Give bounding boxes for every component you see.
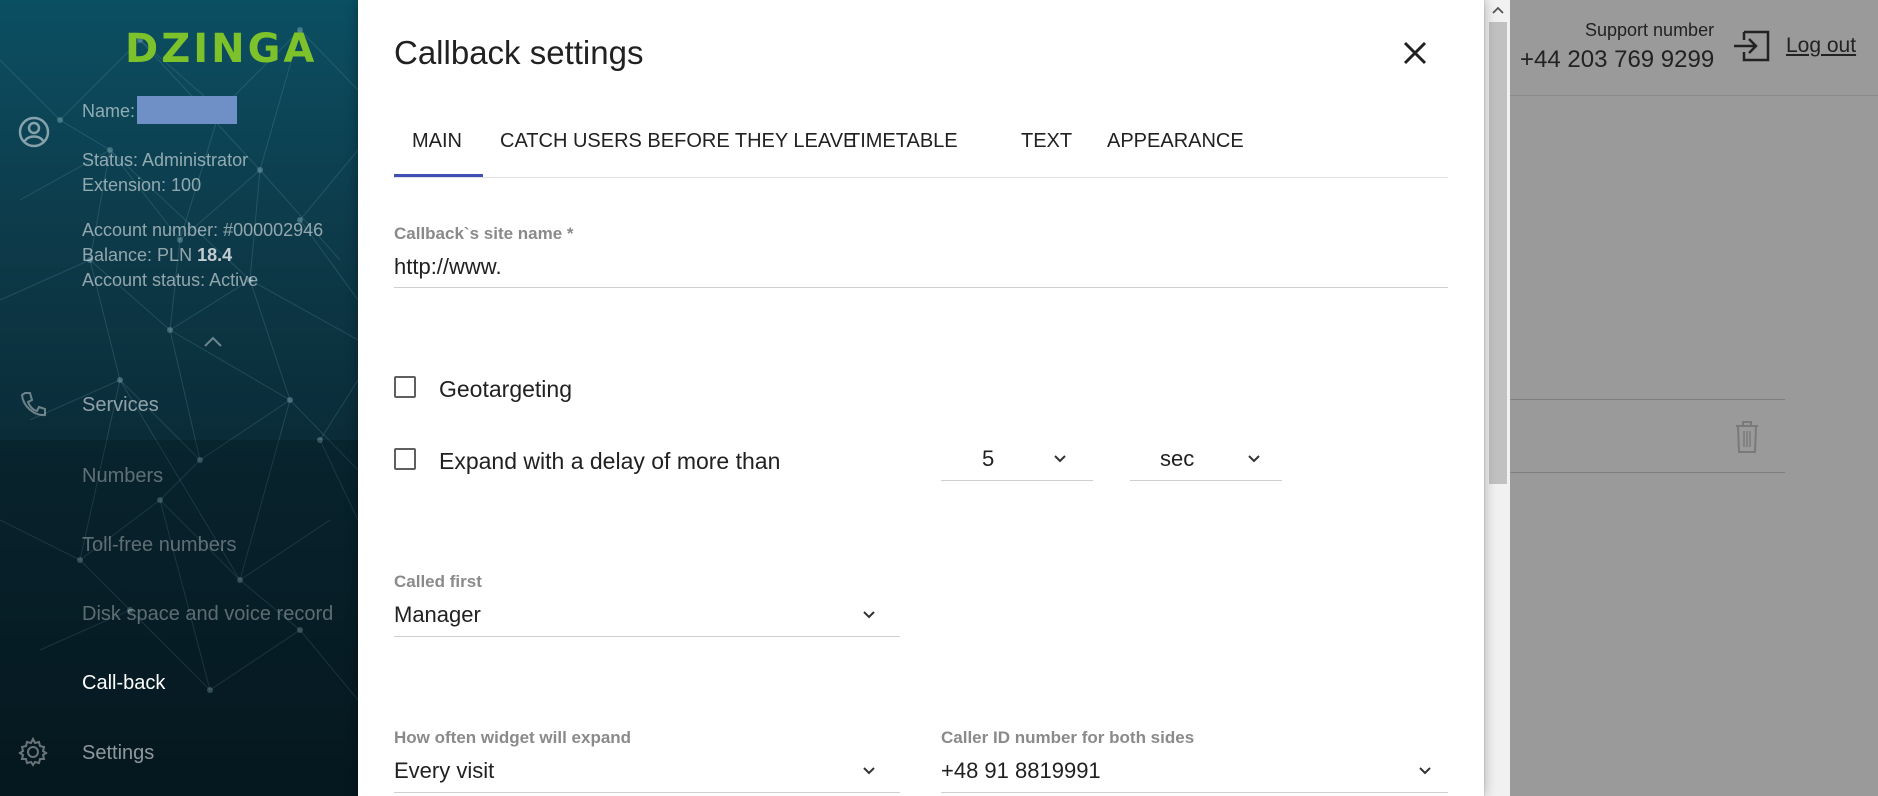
chevron-down-icon — [1054, 455, 1066, 463]
user-icon — [18, 116, 50, 148]
sidebar: DZINGA Name: Status: Administrator Exten… — [0, 0, 358, 796]
tab-catch-users[interactable]: CATCH USERS BEFORE THEY LEAVE — [500, 130, 856, 153]
close-icon[interactable] — [1398, 36, 1432, 70]
scroll-thumb[interactable] — [1489, 22, 1507, 484]
delay-amount-value: 5 — [982, 446, 995, 471]
settings-tabs: MAIN CATCH USERS BEFORE THEY LEAVE TIMET… — [394, 118, 1448, 178]
caller-id-underline — [941, 792, 1448, 793]
chevron-down-icon — [863, 611, 875, 619]
how-often-underline — [394, 792, 900, 793]
chevron-down-icon — [1419, 767, 1431, 775]
tab-main[interactable]: MAIN — [412, 130, 462, 153]
nav-disk-space[interactable]: Disk space and voice record — [82, 603, 333, 626]
callback-settings-dialog: Callback settings MAIN CATCH USERS BEFOR… — [358, 0, 1484, 796]
tab-appearance[interactable]: APPEARANCE — [1107, 130, 1244, 153]
expand-delay-checkbox[interactable] — [394, 448, 416, 470]
how-often-value: Every visit — [394, 758, 495, 783]
scroll-up-arrow-icon[interactable] — [1492, 6, 1504, 14]
delay-unit-value: sec — [1160, 446, 1195, 471]
expand-delay-label: Expand with a delay of more than — [439, 448, 781, 474]
user-name: Name: — [82, 96, 238, 126]
delay-unit-underline — [1130, 480, 1282, 481]
dzinga-logo: DZINGA — [125, 26, 318, 72]
caller-id-select[interactable]: +48 91 8819991 — [941, 758, 1448, 793]
dialog-title: Callback settings — [394, 34, 644, 71]
site-name-input[interactable]: http://www. — [394, 254, 502, 280]
account-number: Account number: #000002946 — [82, 220, 324, 240]
chevron-down-icon — [863, 767, 875, 775]
trash-icon[interactable] — [1734, 420, 1760, 454]
user-status: Status: Administrator — [82, 150, 249, 170]
delay-unit-select[interactable]: sec — [1130, 446, 1282, 481]
how-often-label: How often widget will expand — [394, 728, 632, 747]
delay-amount-select[interactable]: 5 — [941, 446, 1093, 481]
site-name-underline — [394, 287, 1448, 288]
geotargeting-label: Geotargeting — [439, 376, 572, 402]
called-first-select[interactable]: Manager — [394, 602, 900, 637]
delay-amount-underline — [941, 480, 1093, 481]
caller-id-label: Caller ID number for both sides — [941, 728, 1195, 747]
gear-icon — [18, 737, 48, 767]
support-number: +44 203 769 9299 — [1520, 46, 1715, 73]
nav-settings[interactable]: Settings — [82, 742, 154, 765]
called-first-label: Called first — [394, 572, 482, 591]
active-tab-indicator — [394, 174, 483, 177]
nav-services[interactable]: Services — [82, 394, 159, 417]
how-often-select[interactable]: Every visit — [394, 758, 900, 793]
called-first-value: Manager — [394, 602, 481, 627]
user-extension: Extension: 100 — [82, 175, 202, 195]
chevron-down-icon — [1248, 455, 1260, 463]
balance-value: 18.4 — [197, 245, 233, 265]
tab-text[interactable]: TEXT — [1021, 130, 1072, 153]
logout-link[interactable]: Log out — [1786, 34, 1856, 58]
nav-numbers[interactable]: Numbers — [82, 465, 163, 488]
dialog-scrollbar[interactable] — [1484, 0, 1510, 796]
nav-toll-free-numbers[interactable]: Toll-free numbers — [82, 534, 237, 557]
account-status: Account status: Active — [82, 270, 259, 290]
nav-call-back[interactable]: Call-back — [82, 672, 165, 695]
support-label: Support number — [1585, 20, 1715, 40]
balance-label: Balance: PLN — [82, 245, 198, 265]
caller-id-value: +48 91 8819991 — [941, 758, 1101, 783]
name-value-highlight — [137, 96, 238, 124]
geotargeting-checkbox[interactable] — [394, 376, 416, 398]
background-divider — [1510, 472, 1785, 473]
collapse-chevron-up-icon[interactable] — [203, 336, 223, 348]
account-balance: Balance: PLN 18.4 — [82, 245, 232, 266]
background-divider — [1510, 399, 1785, 400]
site-name-label: Callback`s site name * — [394, 224, 574, 243]
name-label: Name: — [82, 100, 136, 121]
logout-icon[interactable] — [1732, 28, 1772, 64]
tab-timetable[interactable]: TIMETABLE — [848, 130, 958, 153]
phone-icon — [20, 392, 46, 417]
called-first-underline — [394, 636, 900, 637]
